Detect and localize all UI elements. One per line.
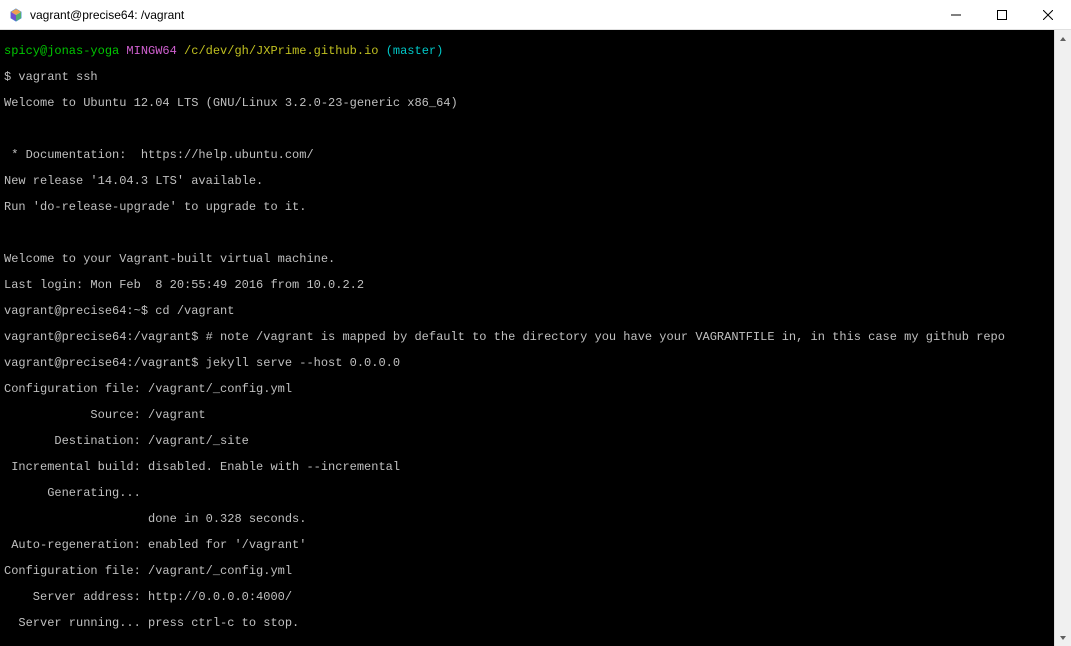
- output-line: Configuration file: /vagrant/_config.yml: [4, 565, 1050, 578]
- output-line: * Documentation: https://help.ubuntu.com…: [4, 149, 1050, 162]
- prompt-path: /c/dev/gh/JXPrime.github.io: [184, 44, 378, 58]
- output-line: vagrant@precise64:/vagrant$ # note /vagr…: [4, 331, 1050, 344]
- close-button[interactable]: [1025, 0, 1071, 30]
- output-line: Server address: http://0.0.0.0:4000/: [4, 591, 1050, 604]
- output-line: Generating...: [4, 487, 1050, 500]
- prompt-branch: (master): [386, 44, 444, 58]
- output-line: Auto-regeneration: enabled for '/vagrant…: [4, 539, 1050, 552]
- scroll-down-arrow[interactable]: [1055, 629, 1071, 646]
- vertical-scrollbar[interactable]: [1054, 30, 1071, 646]
- app-icon: [8, 7, 24, 23]
- output-line: Run 'do-release-upgrade' to upgrade to i…: [4, 201, 1050, 214]
- prompt-env: MINGW64: [126, 44, 176, 58]
- output-line: Server running... press ctrl-c to stop.: [4, 617, 1050, 630]
- minimize-button[interactable]: [933, 0, 979, 30]
- output-line: Source: /vagrant: [4, 409, 1050, 422]
- scroll-up-arrow[interactable]: [1055, 30, 1071, 47]
- output-line: Welcome to Ubuntu 12.04 LTS (GNU/Linux 3…: [4, 97, 1050, 110]
- output-line: vagrant@precise64:/vagrant$ jekyll serve…: [4, 357, 1050, 370]
- output-line: Last login: Mon Feb 8 20:55:49 2016 from…: [4, 279, 1050, 292]
- window-title: vagrant@precise64: /vagrant: [30, 8, 933, 22]
- window-titlebar: vagrant@precise64: /vagrant: [0, 0, 1071, 30]
- output-line: done in 0.328 seconds.: [4, 513, 1050, 526]
- scroll-track[interactable]: [1055, 47, 1071, 629]
- output-line: New release '14.04.3 LTS' available.: [4, 175, 1050, 188]
- command-text: vagrant ssh: [18, 70, 97, 84]
- terminal-area: spicy@jonas-yoga MINGW64 /c/dev/gh/JXPri…: [0, 30, 1071, 646]
- output-line: vagrant@precise64:~$ cd /vagrant: [4, 305, 1050, 318]
- maximize-button[interactable]: [979, 0, 1025, 30]
- prompt-user-host: spicy@jonas-yoga: [4, 44, 119, 58]
- window-controls: [933, 0, 1071, 29]
- output-line: Destination: /vagrant/_site: [4, 435, 1050, 448]
- output-line: Welcome to your Vagrant-built virtual ma…: [4, 253, 1050, 266]
- output-line: Incremental build: disabled. Enable with…: [4, 461, 1050, 474]
- terminal-content[interactable]: spicy@jonas-yoga MINGW64 /c/dev/gh/JXPri…: [0, 30, 1054, 646]
- output-line: [4, 123, 1050, 136]
- output-line: Configuration file: /vagrant/_config.yml: [4, 383, 1050, 396]
- prompt-symbol: $: [4, 70, 11, 84]
- output-line: [4, 227, 1050, 240]
